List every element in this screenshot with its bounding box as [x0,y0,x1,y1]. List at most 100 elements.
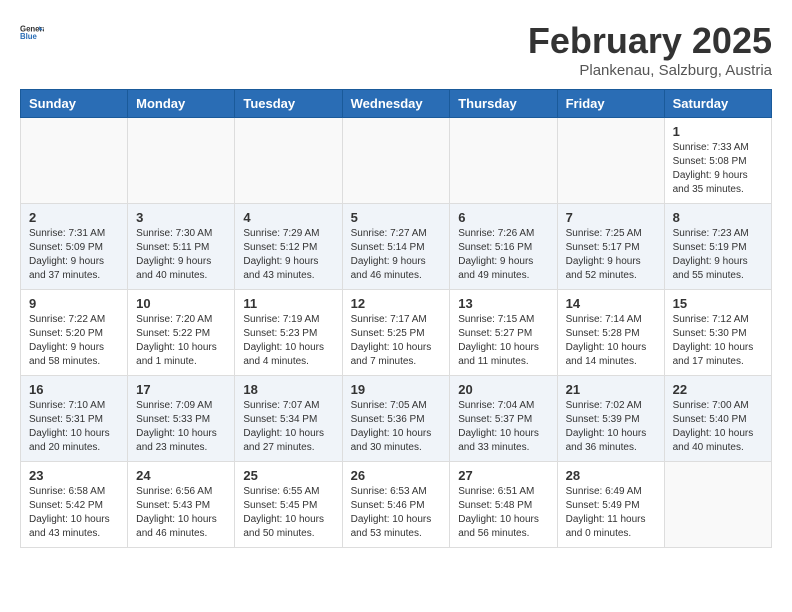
table-row: 10 Sunrise: 7:20 AM Sunset: 5:22 PM Dayli… [128,290,235,376]
table-row: 17 Sunrise: 7:09 AM Sunset: 5:33 PM Dayli… [128,376,235,462]
day-info: Sunrise: 7:04 AM Sunset: 5:37 PM Dayligh… [458,399,548,455]
day-number: 11 [243,296,333,311]
calendar-week-row: 16 Sunrise: 7:10 AM Sunset: 5:31 PM Dayli… [21,376,772,462]
day-number: 13 [458,296,548,311]
day-number: 21 [566,382,656,397]
day-info: Sunrise: 7:27 AM Sunset: 5:14 PM Dayligh… [351,227,442,283]
day-number: 12 [351,296,442,311]
table-row: 20 Sunrise: 7:04 AM Sunset: 5:37 PM Dayli… [450,376,557,462]
day-number: 17 [136,382,226,397]
day-number: 18 [243,382,333,397]
day-number: 4 [243,210,333,225]
table-row: 27 Sunrise: 6:51 AM Sunset: 5:48 PM Dayli… [450,462,557,548]
table-row [235,118,342,204]
col-friday: Friday [557,90,664,118]
day-info: Sunrise: 7:12 AM Sunset: 5:30 PM Dayligh… [673,313,763,369]
day-info: Sunrise: 7:09 AM Sunset: 5:33 PM Dayligh… [136,399,226,455]
col-monday: Monday [128,90,235,118]
day-info: Sunrise: 7:19 AM Sunset: 5:23 PM Dayligh… [243,313,333,369]
day-info: Sunrise: 7:00 AM Sunset: 5:40 PM Dayligh… [673,399,763,455]
day-info: Sunrise: 7:31 AM Sunset: 5:09 PM Dayligh… [29,227,119,283]
table-row: 24 Sunrise: 6:56 AM Sunset: 5:43 PM Dayli… [128,462,235,548]
table-row: 25 Sunrise: 6:55 AM Sunset: 5:45 PM Dayli… [235,462,342,548]
table-row: 9Sunrise: 7:22 AM Sunset: 5:20 PM Daylig… [21,290,128,376]
table-row: 16 Sunrise: 7:10 AM Sunset: 5:31 PM Dayli… [21,376,128,462]
calendar-subtitle: Plankenau, Salzburg, Austria [528,62,772,79]
day-info: Sunrise: 6:51 AM Sunset: 5:48 PM Dayligh… [458,485,548,541]
day-number: 22 [673,382,763,397]
calendar-title: February 2025 [528,20,772,62]
day-info: Sunrise: 7:14 AM Sunset: 5:28 PM Dayligh… [566,313,656,369]
table-row: 2 Sunrise: 7:31 AM Sunset: 5:09 PM Daylig… [21,204,128,290]
day-info: Sunrise: 7:17 AM Sunset: 5:25 PM Dayligh… [351,313,442,369]
calendar-week-row: 9Sunrise: 7:22 AM Sunset: 5:20 PM Daylig… [21,290,772,376]
table-row [450,118,557,204]
col-wednesday: Wednesday [342,90,450,118]
logo: General Blue [20,20,44,49]
table-row [557,118,664,204]
header: General Blue February 2025 Plankenau, Sa… [20,20,772,79]
calendar-table: Sunday Monday Tuesday Wednesday Thursday… [20,89,772,548]
table-row: 8 Sunrise: 7:23 AM Sunset: 5:19 PM Daylig… [664,204,771,290]
title-area: February 2025 Plankenau, Salzburg, Austr… [528,20,772,79]
day-number: 25 [243,468,333,483]
day-number: 20 [458,382,548,397]
table-row: 18 Sunrise: 7:07 AM Sunset: 5:34 PM Dayli… [235,376,342,462]
day-info: Sunrise: 6:58 AM Sunset: 5:42 PM Dayligh… [29,485,119,541]
day-info: Sunrise: 7:33 AM Sunset: 5:08 PM Dayligh… [673,141,763,197]
table-row: 22 Sunrise: 7:00 AM Sunset: 5:40 PM Dayli… [664,376,771,462]
day-info: Sunrise: 6:56 AM Sunset: 5:43 PM Dayligh… [136,485,226,541]
day-number: 1 [673,124,763,139]
calendar-week-row: 23 Sunrise: 6:58 AM Sunset: 5:42 PM Dayli… [21,462,772,548]
day-info: Sunrise: 7:29 AM Sunset: 5:12 PM Dayligh… [243,227,333,283]
day-info: Sunrise: 7:15 AM Sunset: 5:27 PM Dayligh… [458,313,548,369]
day-number: 8 [673,210,763,225]
day-number: 19 [351,382,442,397]
col-sunday: Sunday [21,90,128,118]
table-row: 19 Sunrise: 7:05 AM Sunset: 5:36 PM Dayli… [342,376,450,462]
table-row: 15 Sunrise: 7:12 AM Sunset: 5:30 PM Dayli… [664,290,771,376]
day-info: Sunrise: 7:10 AM Sunset: 5:31 PM Dayligh… [29,399,119,455]
table-row [664,462,771,548]
col-tuesday: Tuesday [235,90,342,118]
day-number: 10 [136,296,226,311]
table-row [128,118,235,204]
table-row: 6Sunrise: 7:26 AM Sunset: 5:16 PM Daylig… [450,204,557,290]
table-row: 21 Sunrise: 7:02 AM Sunset: 5:39 PM Dayli… [557,376,664,462]
day-number: 26 [351,468,442,483]
day-number: 27 [458,468,548,483]
day-info: Sunrise: 7:26 AM Sunset: 5:16 PM Dayligh… [458,227,548,283]
day-number: 15 [673,296,763,311]
day-number: 7 [566,210,656,225]
svg-text:Blue: Blue [20,32,38,41]
day-info: Sunrise: 6:53 AM Sunset: 5:46 PM Dayligh… [351,485,442,541]
day-number: 24 [136,468,226,483]
logo-icon: General Blue [20,20,44,44]
day-info: Sunrise: 7:05 AM Sunset: 5:36 PM Dayligh… [351,399,442,455]
day-number: 5 [351,210,442,225]
day-info: Sunrise: 7:02 AM Sunset: 5:39 PM Dayligh… [566,399,656,455]
table-row: 12 Sunrise: 7:17 AM Sunset: 5:25 PM Dayli… [342,290,450,376]
day-number: 2 [29,210,119,225]
col-saturday: Saturday [664,90,771,118]
table-row: 28Sunrise: 6:49 AM Sunset: 5:49 PM Dayli… [557,462,664,548]
day-number: 28 [566,468,656,483]
table-row: 4 Sunrise: 7:29 AM Sunset: 5:12 PM Daylig… [235,204,342,290]
day-info: Sunrise: 7:20 AM Sunset: 5:22 PM Dayligh… [136,313,226,369]
table-row: 5 Sunrise: 7:27 AM Sunset: 5:14 PM Daylig… [342,204,450,290]
table-row: 11 Sunrise: 7:19 AM Sunset: 5:23 PM Dayli… [235,290,342,376]
day-info: Sunrise: 7:25 AM Sunset: 5:17 PM Dayligh… [566,227,656,283]
table-row: 1 Sunrise: 7:33 AM Sunset: 5:08 PM Daylig… [664,118,771,204]
day-info: Sunrise: 7:30 AM Sunset: 5:11 PM Dayligh… [136,227,226,283]
day-number: 23 [29,468,119,483]
day-info: Sunrise: 7:23 AM Sunset: 5:19 PM Dayligh… [673,227,763,283]
table-row: 14 Sunrise: 7:14 AM Sunset: 5:28 PM Dayli… [557,290,664,376]
day-info: Sunrise: 7:07 AM Sunset: 5:34 PM Dayligh… [243,399,333,455]
table-row: 26 Sunrise: 6:53 AM Sunset: 5:46 PM Dayli… [342,462,450,548]
day-info: Sunrise: 6:55 AM Sunset: 5:45 PM Dayligh… [243,485,333,541]
day-number: 16 [29,382,119,397]
table-row: 23 Sunrise: 6:58 AM Sunset: 5:42 PM Dayli… [21,462,128,548]
day-info: Sunrise: 7:22 AM Sunset: 5:20 PM Dayligh… [29,313,119,369]
day-number: 14 [566,296,656,311]
calendar-header-row: Sunday Monday Tuesday Wednesday Thursday… [21,90,772,118]
